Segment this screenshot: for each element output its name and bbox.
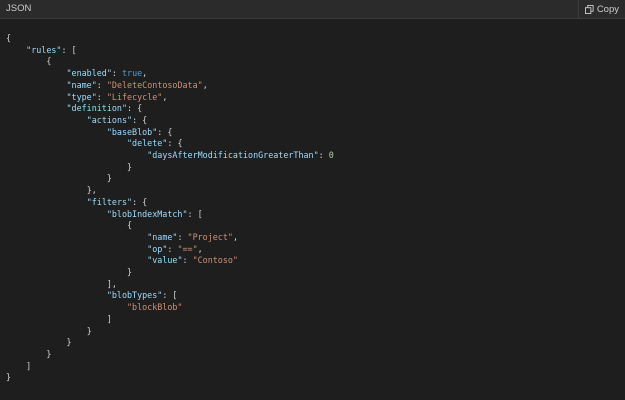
baseblob-key: "baseBlob" xyxy=(106,126,158,137)
definition-key: "definition" xyxy=(66,103,128,114)
enabled-value: true xyxy=(122,68,143,79)
actions-key: "actions" xyxy=(86,114,133,125)
blobtypes-key: "blobTypes" xyxy=(106,290,163,301)
filters-key: "filters" xyxy=(86,196,133,207)
language-label: JSON xyxy=(6,3,32,14)
delete-key: "delete" xyxy=(127,138,168,149)
match-op-value: "==" xyxy=(177,243,198,254)
match-name-key: "name" xyxy=(147,231,178,242)
match-value-key: "value" xyxy=(147,255,183,266)
days-key: "daysAfterModificationGreaterThan" xyxy=(147,150,319,161)
enabled-key: "enabled" xyxy=(66,68,112,79)
blobtypes-item: "blockBlob" xyxy=(127,302,183,313)
copy-icon xyxy=(584,4,594,14)
match-op-key: "op" xyxy=(147,243,168,254)
name-key: "name" xyxy=(66,79,97,90)
type-key: "type" xyxy=(66,91,97,102)
days-value: 0 xyxy=(328,150,334,161)
type-value: "Lifecycle" xyxy=(106,91,163,102)
json-code-block[interactable]: { "rules": [ { "enabled": true, "name": … xyxy=(0,19,625,384)
name-value: "DeleteContosoData" xyxy=(106,79,203,90)
blobindexmatch-key: "blobIndexMatch" xyxy=(106,208,188,219)
match-value-value: "Contoso" xyxy=(192,255,238,266)
match-name-value: "Project" xyxy=(187,231,233,242)
copy-label: Copy xyxy=(596,3,619,15)
code-block-header: JSON Copy xyxy=(0,0,625,19)
copy-button[interactable]: Copy xyxy=(577,0,625,18)
rules-key: "rules" xyxy=(26,44,62,55)
